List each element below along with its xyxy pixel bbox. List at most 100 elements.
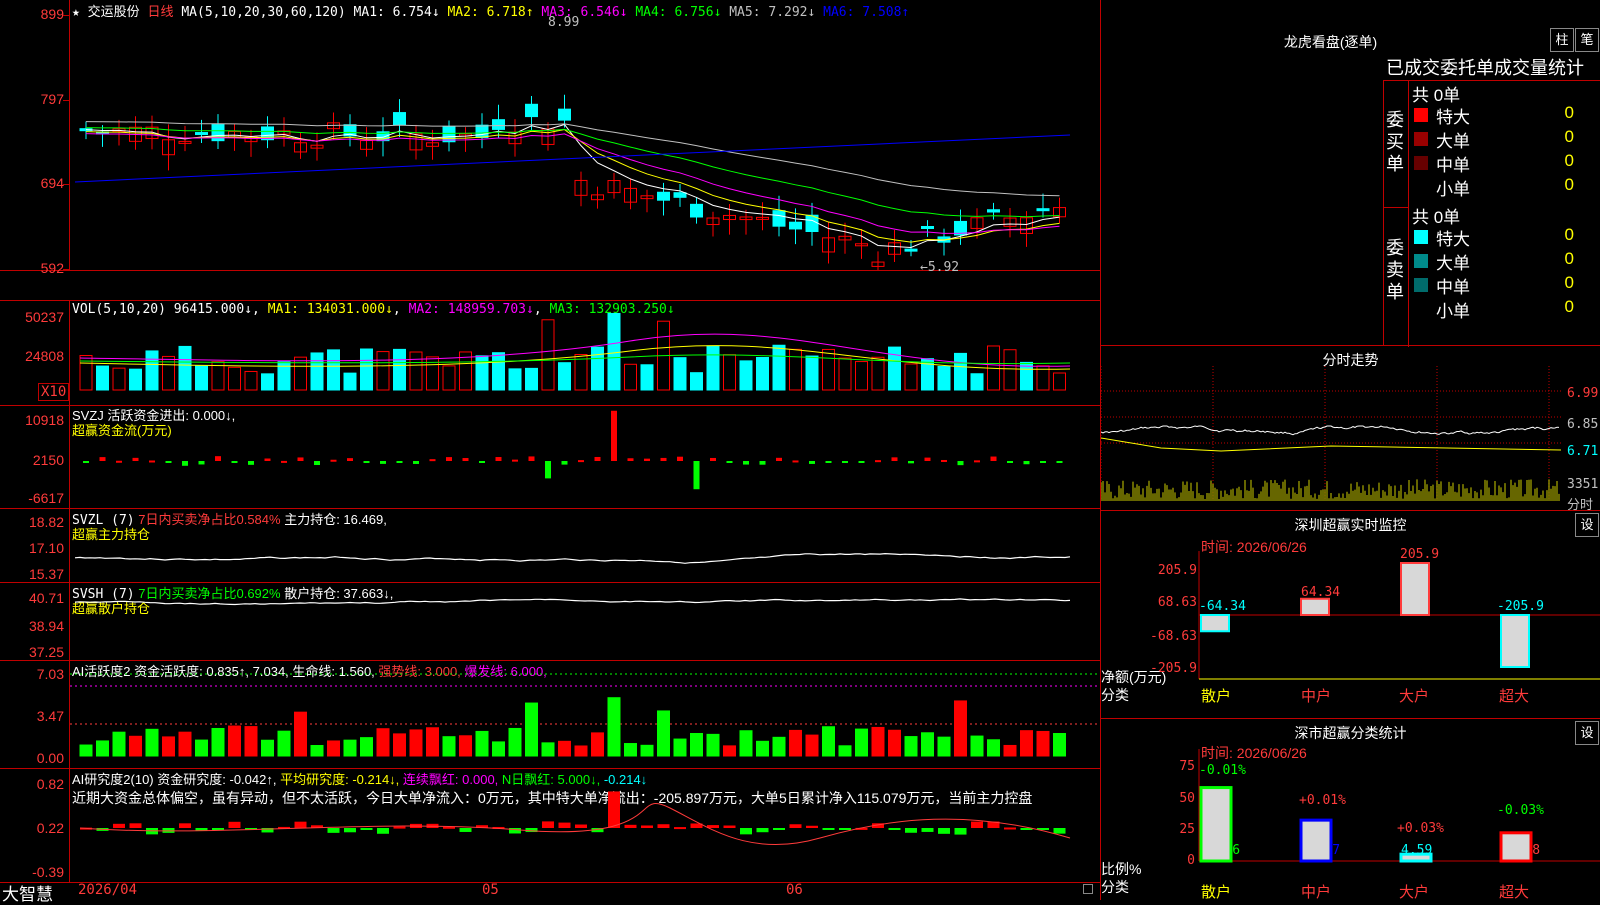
activity-bar	[261, 739, 274, 757]
candle-body	[195, 132, 208, 136]
volume-bar	[294, 356, 307, 391]
volume-bar	[574, 354, 588, 391]
order-size-name: 小单	[1436, 180, 1470, 199]
activity-bar	[574, 745, 588, 757]
color-swatch	[1414, 278, 1428, 292]
color-swatch	[1414, 156, 1428, 170]
activity-bar	[129, 735, 142, 757]
research-bar	[905, 828, 917, 833]
color-swatch	[1414, 132, 1428, 146]
activity-bar	[723, 745, 736, 757]
activity-bar	[706, 733, 720, 757]
activity-bar	[211, 727, 225, 757]
monitor-chart[interactable]	[1101, 511, 1600, 719]
flow-bar	[1023, 461, 1030, 465]
classify-chart[interactable]	[1101, 719, 1600, 901]
volume-bar	[772, 344, 786, 391]
activity-bar	[756, 740, 769, 757]
activity-bar	[492, 741, 505, 757]
volume-bar	[261, 373, 274, 391]
order-size-count: 0	[1564, 127, 1574, 146]
candlestick-chart[interactable]	[70, 0, 1100, 270]
ai-research-panel[interactable]: 0.82 0.22 -0.39 AI研究度2(10) 资金研究度: -0.042…	[0, 768, 1100, 883]
volume-bar	[228, 366, 241, 391]
svsh-chart[interactable]	[70, 582, 1100, 660]
ai-activity-panel[interactable]: 7.03 3.47 0.00 AI活跃度2 资金活跃度: 0.835↑, 7.0…	[0, 660, 1100, 769]
activity-bar	[162, 736, 175, 757]
flow-bar	[726, 461, 733, 463]
flow-bar	[875, 460, 881, 463]
candle-body	[657, 191, 670, 201]
order-size-row: 大单00%	[1408, 127, 1600, 151]
flow-bar	[248, 461, 254, 465]
order-size-count: 0	[1564, 249, 1574, 268]
volume-panel[interactable]: 50237 24808 X10 VOL(5,10,20) 96415.000↓,…	[0, 300, 1100, 406]
flow-bar	[792, 460, 799, 463]
flow-bar	[627, 458, 634, 461]
volume-chart[interactable]	[70, 301, 1100, 405]
avg-line	[1101, 437, 1562, 452]
volume-bar	[310, 352, 324, 391]
research-bar	[575, 824, 587, 828]
flow-bar	[1007, 461, 1013, 463]
activity-bar	[228, 725, 241, 757]
flow-bar	[182, 461, 188, 466]
volume-bar	[789, 348, 802, 391]
activity-bar	[393, 733, 406, 757]
color-swatch	[1414, 254, 1428, 268]
candle-body	[789, 221, 802, 230]
volume-bar	[591, 346, 604, 391]
volume-bar	[640, 364, 654, 391]
volume-bar	[904, 363, 918, 391]
flow-bar	[743, 461, 749, 465]
lock-icon[interactable]	[1083, 884, 1093, 894]
flow-bar	[1040, 461, 1046, 463]
ai-activity-tick: 7.03	[36, 666, 64, 682]
ai-research-chart[interactable]	[70, 768, 1100, 882]
flow-bar	[974, 460, 980, 463]
flow-bar	[396, 461, 403, 463]
research-bar	[954, 828, 967, 835]
price-line	[1101, 425, 1560, 436]
svzj-chart[interactable]	[70, 404, 1100, 508]
svzl-panel[interactable]: 18.82 17.10 15.37 SVZL (7) 7日内买卖净占比0.584…	[0, 508, 1100, 583]
activity-bar	[822, 726, 835, 757]
order-size-count: 0	[1564, 225, 1574, 244]
volume-bar	[1053, 372, 1066, 391]
svsh-panel[interactable]: 40.71 38.94 37.25 SVSH (7) 7日内买卖净占比0.692…	[0, 582, 1100, 661]
svzj-tick: 2150	[32, 452, 64, 468]
ai-activity-chart[interactable]	[70, 660, 1100, 768]
activity-bar	[640, 744, 654, 757]
activity-bar	[888, 729, 901, 757]
order-size-count: 0	[1564, 151, 1574, 170]
order-size-count: 0	[1564, 273, 1574, 292]
color-swatch	[1414, 230, 1428, 244]
candle-body	[987, 209, 1000, 213]
flow-bar	[132, 457, 139, 461]
flow-bar	[330, 459, 337, 462]
buy-rows: 特大00%大单00%中单00%小单00%	[1408, 103, 1600, 203]
volume-bar	[475, 355, 489, 391]
svzj-panel[interactable]: 10918 2150 -6617 SVZJ 活跃资金进出: 0.000↓, 超赢…	[0, 404, 1100, 509]
flow-bar	[644, 458, 650, 461]
monitor-bar	[1300, 597, 1330, 616]
flow-bar	[264, 458, 271, 461]
intraday-chart[interactable]	[1101, 346, 1569, 511]
candle-body	[558, 108, 571, 121]
volume-bar	[558, 362, 571, 391]
tick-view-button[interactable]: 笔	[1575, 28, 1599, 52]
svzl-chart[interactable]	[70, 508, 1100, 582]
activity-bar	[310, 745, 324, 757]
bar-view-button[interactable]: 柱	[1550, 28, 1574, 52]
research-bar	[723, 825, 736, 828]
volume-bar	[244, 370, 258, 391]
kline-panel[interactable]: 899 797 694 592 ★ 交运股份 日线 MA(5,10,20,30,…	[0, 0, 1100, 276]
classify-panel: 深市超赢分类统计 设 时间: 2026/06/26 75 50 25 0 比例%…	[1100, 718, 1600, 901]
activity-bar	[145, 728, 159, 757]
flow-bar	[1056, 461, 1063, 463]
candle-body	[690, 203, 703, 218]
activity-bar	[1003, 744, 1017, 757]
volume-bar	[508, 368, 522, 391]
flow-bar	[957, 461, 964, 466]
classify-bar	[1299, 818, 1333, 863]
